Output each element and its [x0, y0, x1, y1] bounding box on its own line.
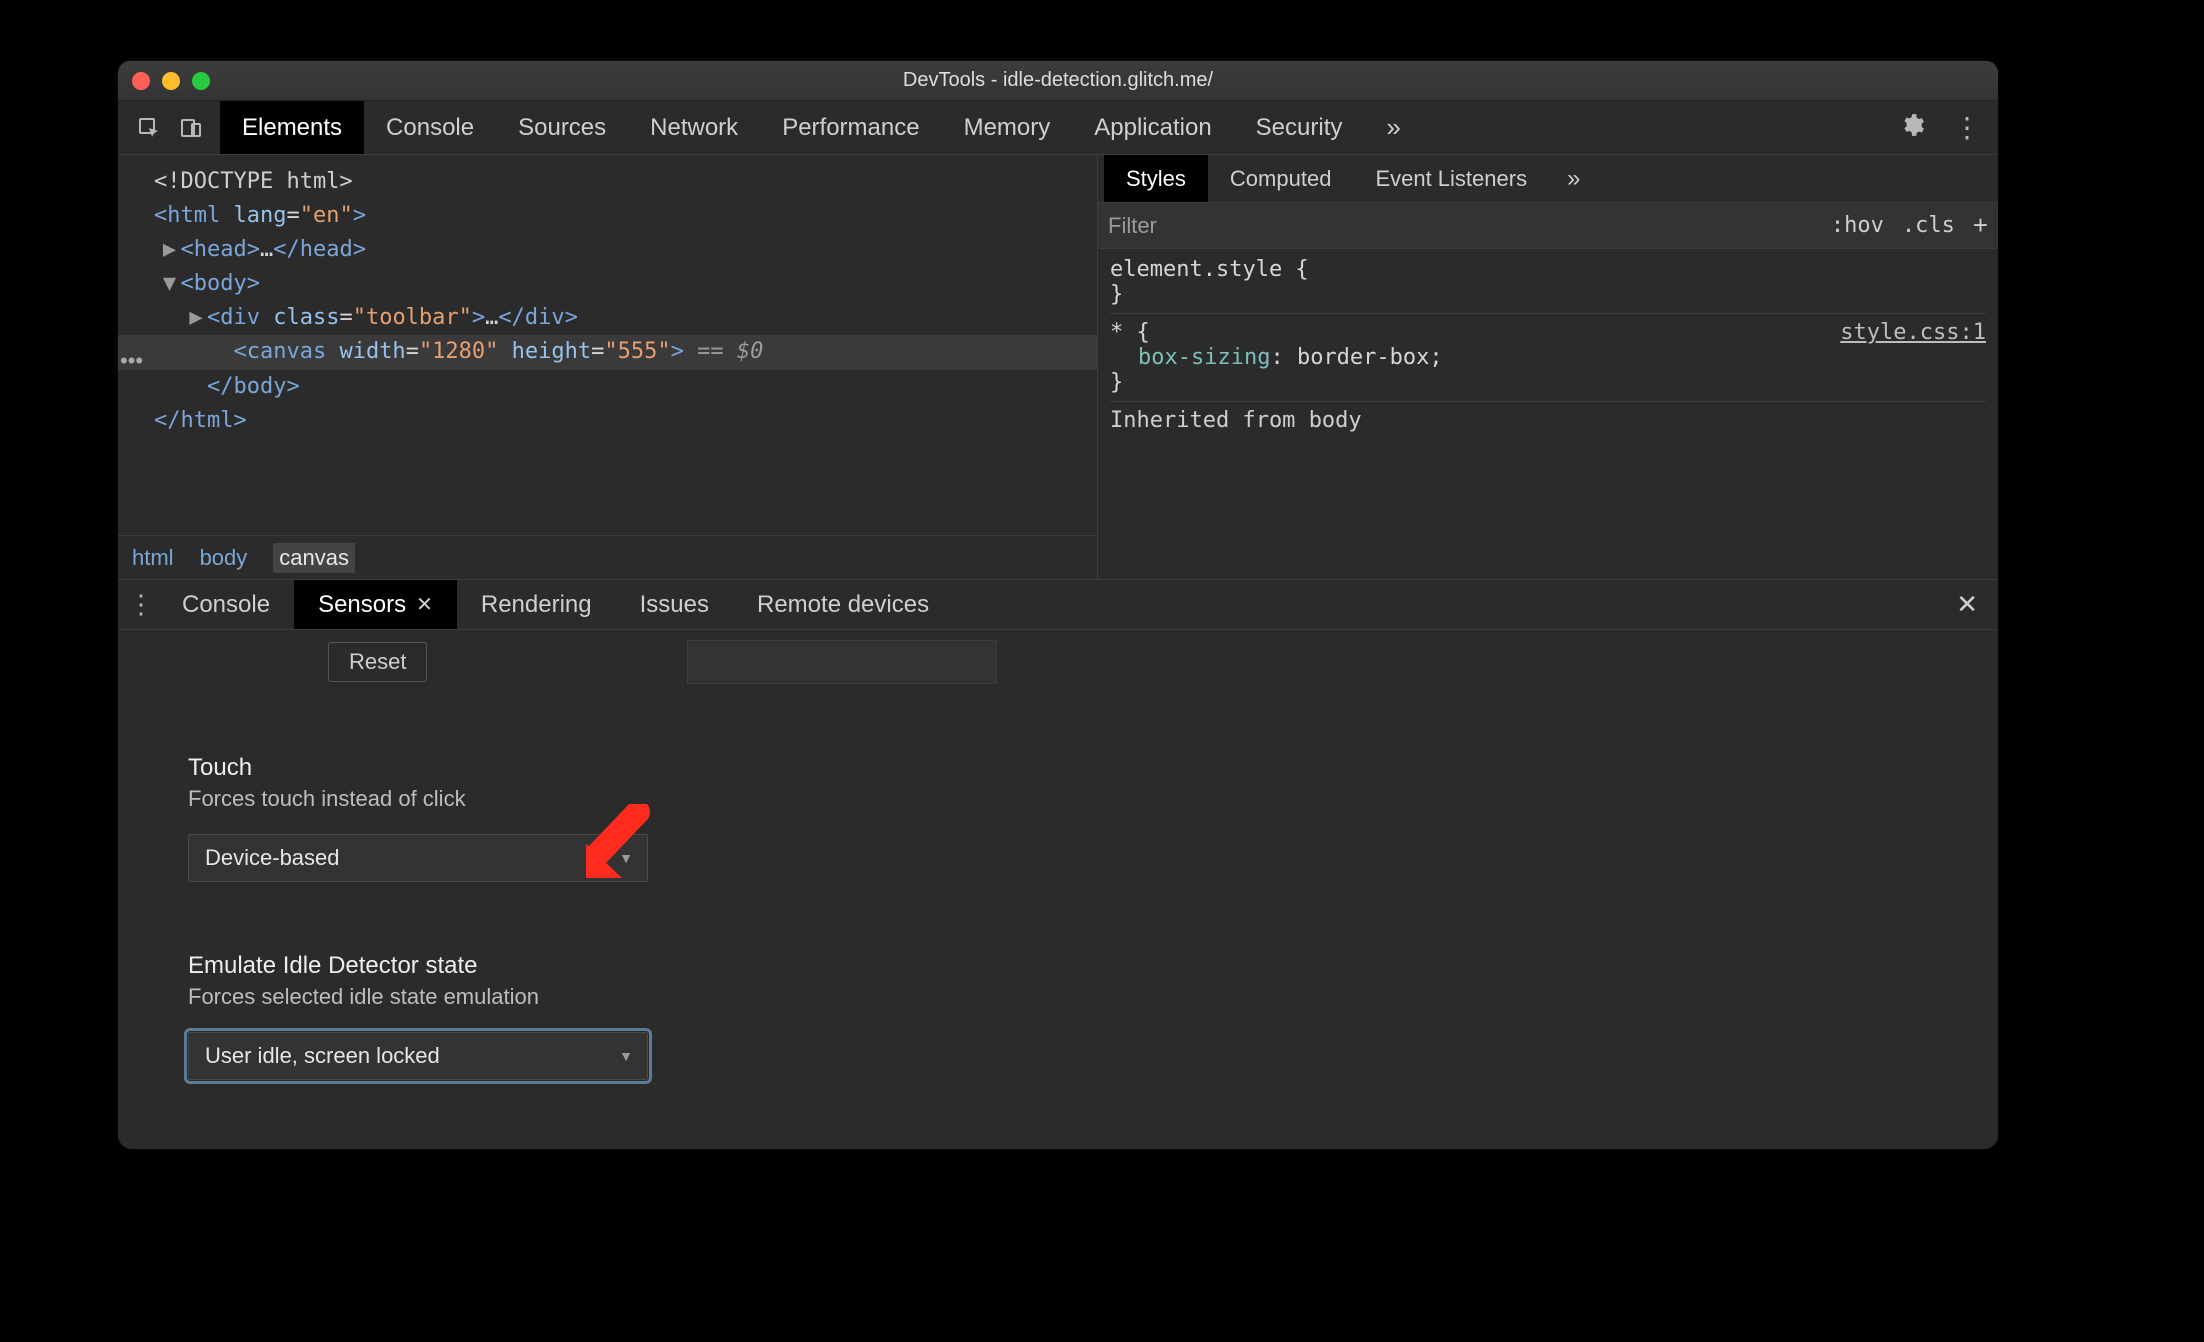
- tab-sources[interactable]: Sources: [496, 101, 628, 154]
- main-area: ••• <!DOCTYPE html> <html lang="en"> ▶<h…: [118, 155, 1998, 579]
- style-rule[interactable]: * {style.css:1box-sizing: border-box;}: [1110, 320, 1986, 402]
- touch-select[interactable]: Device-based ▼: [188, 834, 648, 882]
- touch-section: Touch Forces touch instead of click Devi…: [188, 754, 1968, 882]
- styles-filter-bar: Filter :hov .cls +: [1098, 203, 1998, 249]
- dom-node[interactable]: ▼<body>: [136, 267, 1079, 301]
- main-toolbar: Elements Console Sources Network Perform…: [118, 101, 1998, 155]
- sensors-panel: Reset Touch Forces touch instead of clic…: [118, 630, 1998, 1149]
- tab-network[interactable]: Network: [628, 101, 760, 154]
- more-options-icon[interactable]: ⋮: [1953, 111, 1982, 144]
- hov-toggle[interactable]: :hov: [1831, 213, 1884, 238]
- orientation-row: Reset: [148, 640, 1968, 684]
- tab-elements[interactable]: Elements: [220, 101, 364, 154]
- drawer: ⋮ Console Sensors ✕ Rendering Issues Rem…: [118, 579, 1998, 1149]
- idle-select-value: User idle, screen locked: [205, 1043, 440, 1069]
- tabs-overflow-icon[interactable]: »: [1364, 101, 1422, 154]
- inherited-from-label: Inherited from body: [1110, 408, 1986, 433]
- touch-select-value: Device-based: [205, 845, 340, 871]
- main-tabs: Elements Console Sources Network Perform…: [220, 101, 1899, 154]
- cls-toggle[interactable]: .cls: [1902, 213, 1955, 238]
- new-style-rule-icon[interactable]: +: [1973, 210, 1988, 241]
- styles-filter-input[interactable]: Filter: [1108, 213, 1813, 239]
- dom-node[interactable]: </body>: [136, 370, 1079, 404]
- settings-icon[interactable]: [1899, 112, 1925, 143]
- breadcrumb-canvas[interactable]: canvas: [273, 543, 355, 573]
- styles-tabs-overflow-icon[interactable]: »: [1549, 155, 1598, 202]
- tab-application[interactable]: Application: [1072, 101, 1233, 154]
- drawer-tab-issues[interactable]: Issues: [616, 580, 733, 629]
- close-icon[interactable]: ✕: [416, 592, 433, 617]
- drawer-close-icon[interactable]: ✕: [1936, 580, 1998, 629]
- styles-list[interactable]: element.style {} * {style.css:1box-sizing…: [1098, 249, 1998, 579]
- tab-memory[interactable]: Memory: [942, 101, 1073, 154]
- elements-panel: ••• <!DOCTYPE html> <html lang="en"> ▶<h…: [118, 155, 1098, 579]
- drawer-tabs: ⋮ Console Sensors ✕ Rendering Issues Rem…: [118, 580, 1998, 630]
- dom-node[interactable]: ▶<head>…</head>: [136, 233, 1079, 267]
- idle-state-select[interactable]: User idle, screen locked ▼: [188, 1032, 648, 1080]
- drawer-more-icon[interactable]: ⋮: [124, 580, 158, 629]
- drawer-tab-rendering[interactable]: Rendering: [457, 580, 616, 629]
- reset-button[interactable]: Reset: [328, 642, 427, 682]
- drawer-tab-console[interactable]: Console: [158, 580, 294, 629]
- dom-tree[interactable]: <!DOCTYPE html> <html lang="en"> ▶<head>…: [118, 155, 1097, 535]
- style-rule[interactable]: element.style {}: [1110, 257, 1986, 314]
- breadcrumb-html[interactable]: html: [132, 545, 174, 571]
- tab-security[interactable]: Security: [1234, 101, 1365, 154]
- dom-node[interactable]: </html>: [136, 404, 1079, 438]
- chevron-down-icon: ▼: [619, 850, 633, 866]
- toolbar-right: ⋮: [1899, 101, 1998, 154]
- orientation-select[interactable]: [687, 640, 997, 684]
- device-toolbar-icon[interactable]: [170, 101, 212, 154]
- tab-console[interactable]: Console: [364, 101, 496, 154]
- touch-title: Touch: [188, 754, 1968, 782]
- gutter-ellipsis-icon: •••: [120, 348, 143, 374]
- tab-computed[interactable]: Computed: [1208, 155, 1354, 202]
- chevron-down-icon: ▼: [619, 1048, 633, 1064]
- dom-node[interactable]: ▶<div class="toolbar">…</div>: [136, 301, 1079, 335]
- titlebar: DevTools - idle-detection.glitch.me/: [118, 61, 1998, 101]
- touch-desc: Forces touch instead of click: [188, 786, 1968, 812]
- tab-styles[interactable]: Styles: [1104, 155, 1208, 202]
- idle-desc: Forces selected idle state emulation: [188, 984, 1968, 1010]
- tab-event-listeners[interactable]: Event Listeners: [1353, 155, 1549, 202]
- drawer-tab-sensors-label: Sensors: [318, 591, 406, 619]
- idle-section: Emulate Idle Detector state Forces selec…: [188, 952, 1968, 1080]
- drawer-tab-remote-devices[interactable]: Remote devices: [733, 580, 953, 629]
- inspect-element-icon[interactable]: [128, 101, 170, 154]
- styles-sidepanel: Styles Computed Event Listeners » Filter…: [1098, 155, 1998, 579]
- window-title: DevTools - idle-detection.glitch.me/: [118, 69, 1998, 92]
- devtools-window: DevTools - idle-detection.glitch.me/ Ele…: [118, 61, 1998, 1149]
- idle-title: Emulate Idle Detector state: [188, 952, 1968, 980]
- dom-node[interactable]: <canvas width="1280" height="555"> == $0: [118, 335, 1097, 369]
- dom-node[interactable]: <!DOCTYPE html>: [136, 165, 1079, 199]
- style-source-link[interactable]: style.css:1: [1840, 320, 1986, 345]
- breadcrumb-body[interactable]: body: [200, 545, 248, 571]
- dom-node[interactable]: <html lang="en">: [136, 199, 1079, 233]
- styles-tabs: Styles Computed Event Listeners »: [1098, 155, 1998, 203]
- tab-performance[interactable]: Performance: [760, 101, 941, 154]
- drawer-tab-sensors[interactable]: Sensors ✕: [294, 580, 457, 629]
- breadcrumbs: html body canvas: [118, 535, 1097, 579]
